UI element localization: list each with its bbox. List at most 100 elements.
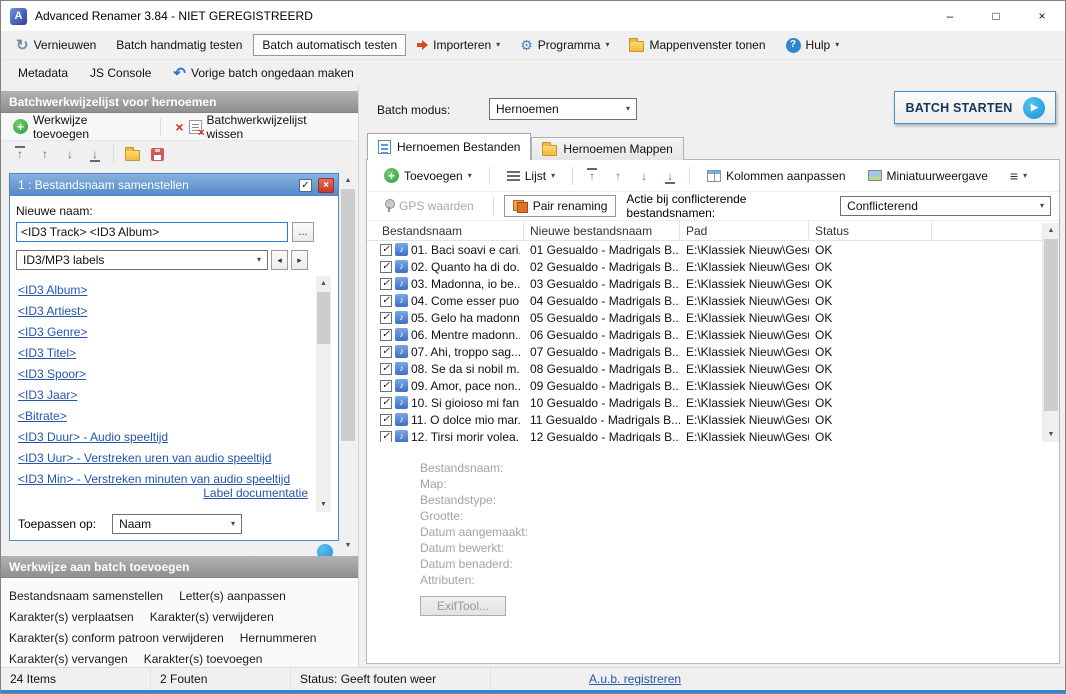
table-row[interactable]: ✓ ♪ 01. Baci soavi e cari... 01 Gesualdo… [367, 241, 1042, 258]
method-link[interactable]: Letter(s) aanpassen [179, 589, 286, 603]
row-checkbox[interactable]: ✓ [380, 363, 392, 375]
register-link[interactable]: A.u.b. registreren [589, 672, 681, 686]
list-options-button[interactable]: ≡ ▾ [1001, 165, 1036, 187]
table-row[interactable]: ✓ ♪ 04. Come esser puo... 04 Gesualdo - … [367, 292, 1042, 309]
table-row[interactable]: ✓ ♪ 11. O dolce mio mar... 11 Gesualdo -… [367, 411, 1042, 428]
clear-method-list-button[interactable]: × Batchwerkwijzelijst wissen [171, 111, 350, 143]
tag-category-prev-button[interactable]: ◂ [271, 250, 288, 270]
method-link[interactable]: Karakter(s) vervangen [9, 652, 128, 666]
table-row[interactable]: ✓ ♪ 07. Ahi, troppo sag... 07 Gesualdo -… [367, 343, 1042, 360]
folder-panel-button[interactable]: Mappenvenster tonen [620, 34, 774, 56]
tag-link[interactable]: <Bitrate> [18, 406, 310, 427]
tag-link[interactable]: <ID3 Titel> [18, 343, 310, 364]
maximize-button[interactable]: □ [973, 1, 1019, 31]
tag-link[interactable]: <ID3 Jaar> [18, 385, 310, 406]
method-1-header[interactable]: 1 : Bestandsnaam samenstellen ✓ × [10, 174, 338, 196]
table-row[interactable]: ✓ ♪ 06. Mentre madonn... 06 Gesualdo - M… [367, 326, 1042, 343]
tag-category-next-button[interactable]: ▸ [291, 250, 308, 270]
program-button[interactable]: ⚙ Programma ▾ [511, 34, 618, 56]
js-console-button[interactable]: JS Console [81, 62, 160, 84]
tag-link[interactable]: <ID3 Artiest> [18, 301, 310, 322]
list-menu-button[interactable]: Lijst ▾ [498, 165, 564, 187]
start-batch-button[interactable]: BATCH STARTEN ▶ [894, 91, 1056, 124]
move-up-button[interactable]: ↑ [34, 143, 56, 165]
tag-list-scrollbar[interactable]: ▲ ▼ [316, 276, 331, 512]
table-row[interactable]: ✓ ♪ 09. Amor, pace non... 09 Gesualdo - … [367, 377, 1042, 394]
row-checkbox[interactable]: ✓ [380, 295, 392, 307]
tag-link[interactable]: <ID3 Album> [18, 280, 310, 301]
scrollbar-thumb[interactable] [341, 189, 355, 441]
table-row[interactable]: ✓ ♪ 08. Se da si nobil m... 08 Gesualdo … [367, 360, 1042, 377]
row-checkbox[interactable]: ✓ [380, 397, 392, 409]
row-checkbox[interactable]: ✓ [380, 278, 392, 290]
gps-values-button[interactable]: GPS waarden [375, 195, 483, 217]
pattern-builder-button[interactable]: ... [292, 222, 314, 242]
table-row[interactable]: ✓ ♪ 05. Gelo ha madonn... 05 Gesualdo - … [367, 309, 1042, 326]
import-button[interactable]: Importeren ▾ [408, 34, 509, 56]
table-row[interactable]: ✓ ♪ 02. Quanto ha di do... 02 Gesualdo -… [367, 258, 1042, 275]
file-table-scrollbar[interactable]: ▲ ▼ [1042, 223, 1059, 442]
tab-rename-files[interactable]: Hernoemen Bestanden [367, 133, 531, 160]
apply-to-dropdown[interactable]: Naam ▾ [112, 514, 242, 534]
scroll-up-icon[interactable]: ▲ [316, 276, 331, 291]
move-file-bottom-button[interactable]: ↓ [659, 165, 681, 187]
save-method-list-button[interactable] [146, 143, 168, 165]
move-file-down-button[interactable]: ↓ [633, 165, 655, 187]
method-link[interactable]: Karakter(s) verplaatsen [9, 610, 134, 624]
move-file-top-button[interactable]: ↑ [581, 165, 603, 187]
tag-documentation-link[interactable]: Label documentatie [203, 486, 308, 500]
table-row[interactable]: ✓ ♪ 12. Tirsi morir volea... 12 Gesualdo… [367, 428, 1042, 442]
row-checkbox[interactable]: ✓ [380, 329, 392, 341]
batch-auto-test-button[interactable]: Batch automatisch testen [253, 34, 406, 56]
move-file-up-button[interactable]: ↑ [607, 165, 629, 187]
metadata-button[interactable]: Metadata [9, 62, 77, 84]
row-checkbox[interactable]: ✓ [380, 346, 392, 358]
column-header-filename[interactable]: Bestandsnaam [367, 221, 524, 240]
method-link[interactable]: Karakter(s) verwijderen [150, 610, 274, 624]
move-down-button[interactable]: ↓ [59, 143, 81, 165]
scrollbar-thumb[interactable] [1044, 239, 1058, 411]
add-method-button[interactable]: + Werkwijze toevoegen [9, 111, 150, 143]
exiftool-button[interactable]: ExifTool... [420, 596, 506, 616]
scroll-down-icon[interactable]: ▼ [316, 497, 331, 512]
move-to-bottom-button[interactable]: ↓ [84, 143, 106, 165]
tag-link[interactable]: <ID3 Duur> - Audio speeltijd [18, 427, 310, 448]
row-checkbox[interactable]: ✓ [380, 261, 392, 273]
method-1-enabled-checkbox[interactable]: ✓ [299, 179, 312, 192]
tag-link[interactable]: <ID3 Uur> - Verstreken uren van audio sp… [18, 448, 310, 469]
row-checkbox[interactable]: ✓ [380, 380, 392, 392]
scrollbar-thumb[interactable] [317, 292, 330, 344]
add-files-button[interactable]: + Toevoegen ▾ [375, 164, 481, 187]
table-row[interactable]: ✓ ♪ 03. Madonna, io be... 03 Gesualdo - … [367, 275, 1042, 292]
row-checkbox[interactable]: ✓ [380, 244, 392, 256]
scroll-down-icon[interactable]: ▼ [1043, 427, 1059, 442]
row-checkbox[interactable]: ✓ [380, 431, 392, 443]
undo-batch-button[interactable]: ↶ Vorige batch ongedaan maken [164, 62, 362, 85]
method-link[interactable]: Bestandsnaam samenstellen [9, 589, 163, 603]
column-header-newname[interactable]: Nieuwe bestandsnaam [524, 221, 680, 240]
close-button[interactable]: × [1019, 1, 1065, 31]
batch-mode-dropdown[interactable]: Hernoemen ▾ [489, 98, 637, 120]
method-area-scrollbar[interactable]: ▲ ▼ [340, 173, 356, 553]
adjust-columns-button[interactable]: Kolommen aanpassen [698, 165, 854, 187]
tag-link[interactable]: <ID3 Spoor> [18, 364, 310, 385]
row-checkbox[interactable]: ✓ [380, 312, 392, 324]
method-link[interactable]: Hernummeren [240, 631, 317, 645]
scroll-up-icon[interactable]: ▲ [340, 173, 356, 188]
pair-renaming-button[interactable]: Pair renaming [504, 195, 617, 217]
new-name-input[interactable] [16, 222, 288, 242]
scroll-up-icon[interactable]: ▲ [1043, 223, 1059, 238]
move-to-top-button[interactable]: ↑ [9, 143, 31, 165]
column-header-status[interactable]: Status [809, 221, 932, 240]
thumbnail-view-button[interactable]: Miniatuurweergave [859, 165, 997, 187]
open-method-list-button[interactable] [121, 143, 143, 165]
refresh-button[interactable]: ↻ Vernieuwen [7, 34, 105, 57]
column-header-path[interactable]: Pad [680, 221, 809, 240]
table-row[interactable]: ✓ ♪ 10. Si gioioso mi fan... 10 Gesualdo… [367, 394, 1042, 411]
tag-category-dropdown[interactable]: ID3/MP3 labels ▾ [16, 250, 268, 270]
tab-rename-folders[interactable]: Hernoemen Mappen [531, 137, 683, 160]
minimize-button[interactable]: – [927, 1, 973, 31]
batch-manual-test-button[interactable]: Batch handmatig testen [107, 34, 251, 56]
method-1-close-button[interactable]: × [318, 178, 334, 193]
method-link[interactable]: Karakter(s) toevoegen [144, 652, 263, 666]
